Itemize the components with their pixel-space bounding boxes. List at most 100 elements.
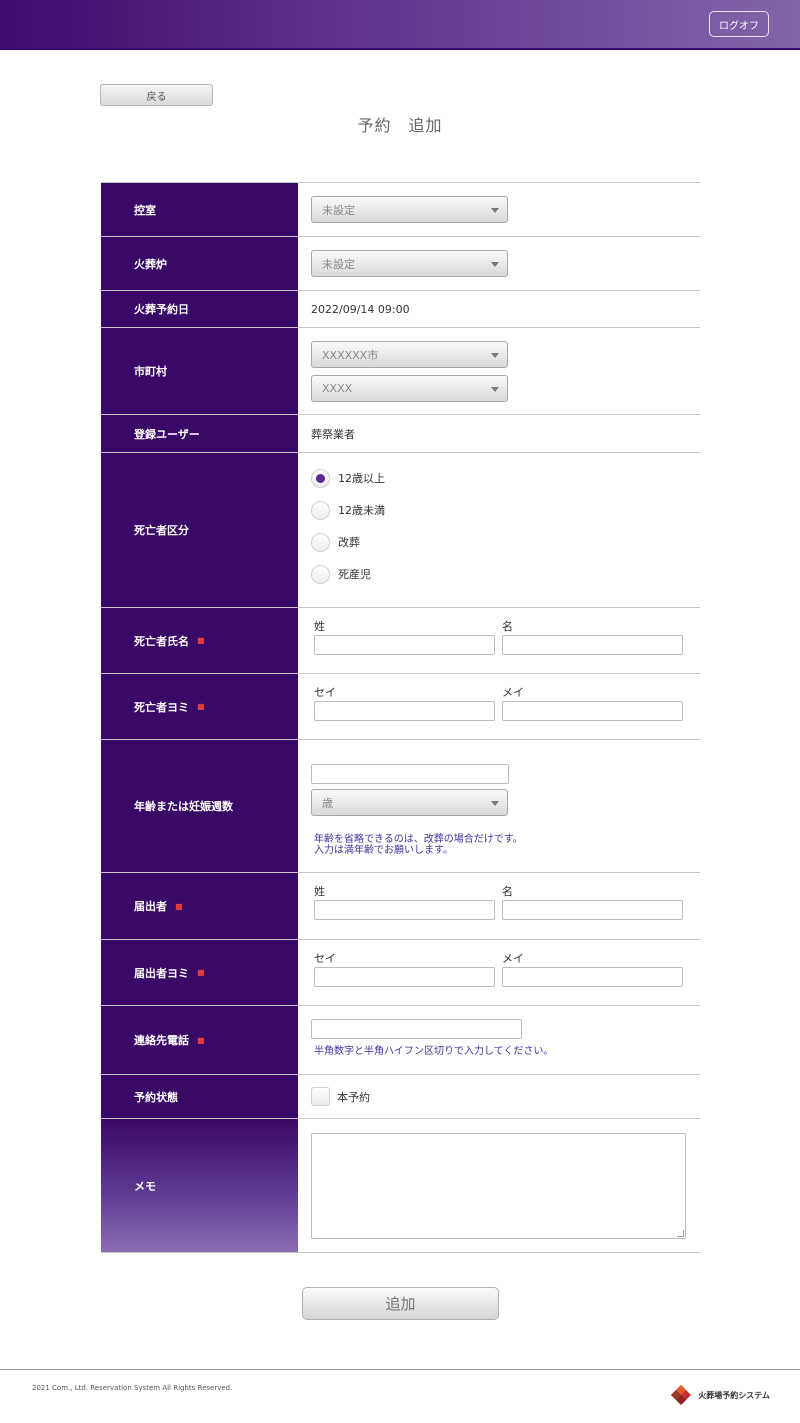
label-age: 年齢または妊娠週数 (101, 740, 298, 872)
chevron-down-icon (491, 208, 499, 213)
required-mark: ■ (197, 636, 205, 645)
phone-input[interactable] (311, 1019, 522, 1039)
applicant-last-kana-input[interactable] (314, 967, 495, 987)
confirmed-checkbox[interactable] (311, 1087, 330, 1106)
row-applicant: 届出者 ■ 姓 名 (101, 873, 700, 940)
label-municipality: 市町村 (101, 328, 298, 414)
label-deceased-kana-text: 死亡者ヨミ (134, 700, 189, 714)
row-status: 予約状態 本予約 (101, 1075, 700, 1119)
phone-note: 半角数字と半角ハイフン区切りで入力してください。 (314, 1046, 554, 1057)
radio-dot (316, 473, 325, 483)
radio-label: 12歳以上 (338, 472, 385, 485)
applicant-first-kana-input[interactable] (502, 967, 683, 987)
first-kana-caption: メイ (502, 952, 524, 965)
row-memo: メモ (101, 1119, 700, 1253)
furnace-select[interactable]: 未設定 (311, 250, 508, 277)
memo-textarea[interactable] (311, 1132, 686, 1239)
brand-logo-icon (671, 1385, 692, 1405)
age-unit-select-value: 歳 (322, 796, 333, 810)
first-kana-caption: メイ (502, 686, 524, 699)
back-button[interactable]: 戻る (100, 84, 213, 106)
radio-option[interactable]: 改葬 (311, 526, 700, 558)
label-deceased-kana: 死亡者ヨミ ■ (101, 674, 298, 739)
radio-label: 死産児 (338, 568, 371, 581)
label-date: 火葬予約日 (101, 291, 298, 327)
age-unit-select[interactable]: 歳 (311, 789, 508, 816)
label-waiting-room: 控室 (101, 183, 298, 236)
confirmed-checkbox-label: 本予約 (337, 1090, 370, 1104)
resize-grip-icon[interactable] (677, 1229, 684, 1237)
chevron-down-icon (491, 353, 499, 358)
brand-name: 火葬場予約システム (698, 1390, 770, 1400)
radio-option[interactable]: 12歳未満 (311, 494, 700, 526)
age-note-line1: 年齢を省略できるのは、改葬の場合だけです。 (314, 834, 523, 845)
waiting-room-select-value: 未設定 (322, 203, 355, 217)
last-kana-caption: セイ (314, 686, 336, 699)
applicant-first-name-input[interactable] (502, 900, 683, 920)
row-municipality: 市町村 XXXXXX市 XXXX (101, 328, 700, 415)
city-select[interactable]: XXXXXX市 (311, 341, 508, 368)
deceased-first-kana-input[interactable] (502, 701, 683, 721)
area-select-value: XXXX (322, 382, 353, 395)
label-memo: メモ (101, 1119, 298, 1252)
chevron-down-icon (491, 801, 499, 806)
add-button[interactable]: 追加 (302, 1287, 499, 1320)
radio-button[interactable] (311, 564, 330, 584)
applicant-last-name-input[interactable] (314, 900, 495, 920)
first-name-caption: 名 (502, 620, 513, 633)
label-applicant-kana: 届出者ヨミ ■ (101, 940, 298, 1005)
brand: 火葬場予約システム (670, 1384, 770, 1406)
chevron-down-icon (491, 262, 499, 267)
area-select[interactable]: XXXX (311, 375, 508, 402)
required-mark: ■ (197, 1035, 205, 1045)
label-phone: 連絡先電話 ■ (101, 1006, 298, 1074)
deceased-last-kana-input[interactable] (314, 701, 495, 721)
last-name-caption: 姓 (314, 885, 325, 898)
radio-label: 改葬 (338, 536, 360, 549)
age-note-line2: 入力は満年齢でお願いします。 (314, 845, 453, 856)
required-mark: ■ (197, 702, 205, 711)
row-furnace: 火葬炉 未設定 (101, 237, 700, 291)
row-age: 年齢または妊娠週数 歳 年齢を省略できるのは、改葬の場合だけです。 入力は満年齢… (101, 740, 700, 873)
radio-button[interactable] (311, 500, 330, 520)
copyright-text: 2021 Com., Ltd. Reservation System All R… (32, 1384, 233, 1392)
age-input[interactable] (311, 764, 509, 784)
last-name-caption: 姓 (314, 620, 325, 633)
row-deceased-kana: 死亡者ヨミ ■ セイ メイ (101, 674, 700, 740)
radio-button[interactable] (311, 468, 330, 488)
logoff-button[interactable]: ログオフ (709, 11, 769, 37)
label-deceased-name-text: 死亡者氏名 (134, 634, 189, 648)
reservation-date: 2022/09/14 09:00 (311, 302, 410, 316)
required-mark: ■ (197, 968, 205, 977)
radio-option[interactable]: 死産児 (311, 558, 700, 590)
reservation-form: 控室 未設定 火葬炉 未設定 火葬予約日 2022/09/14 09:00 市町… (101, 182, 700, 1253)
top-bar: ログオフ (0, 0, 800, 50)
required-mark: ■ (175, 901, 183, 911)
label-applicant-text: 届出者 (134, 900, 167, 913)
footer: 2021 Com., Ltd. Reservation System All R… (0, 1369, 800, 1423)
waiting-room-select[interactable]: 未設定 (311, 196, 508, 223)
first-name-caption: 名 (502, 885, 513, 898)
deceased-first-name-input[interactable] (502, 635, 683, 655)
label-applicant: 届出者 ■ (101, 873, 298, 939)
label-user: 登録ユーザー (101, 415, 298, 452)
label-applicant-kana-text: 届出者ヨミ (134, 966, 189, 980)
row-phone: 連絡先電話 ■ 半角数字と半角ハイフン区切りで入力してください。 (101, 1006, 700, 1075)
row-category: 死亡者区分 12歳以上 12歳未満 改葬 死産児 (101, 453, 700, 608)
label-phone-text: 連絡先電話 (134, 1034, 189, 1047)
page-title: 予約 追加 (357, 116, 443, 135)
radio-option[interactable]: 12歳以上 (311, 462, 700, 494)
label-status: 予約状態 (101, 1075, 298, 1118)
last-kana-caption: セイ (314, 952, 336, 965)
radio-button[interactable] (311, 532, 330, 552)
city-select-value: XXXXXX市 (322, 348, 379, 362)
radio-label: 12歳未満 (338, 504, 385, 517)
label-category: 死亡者区分 (101, 453, 298, 607)
deceased-last-name-input[interactable] (314, 635, 495, 655)
furnace-select-value: 未設定 (322, 257, 355, 271)
chevron-down-icon (491, 387, 499, 392)
label-furnace: 火葬炉 (101, 237, 298, 290)
row-applicant-kana: 届出者ヨミ ■ セイ メイ (101, 940, 700, 1006)
registered-user: 葬祭業者 (311, 427, 355, 441)
row-deceased-name: 死亡者氏名 ■ 姓 名 (101, 608, 700, 674)
